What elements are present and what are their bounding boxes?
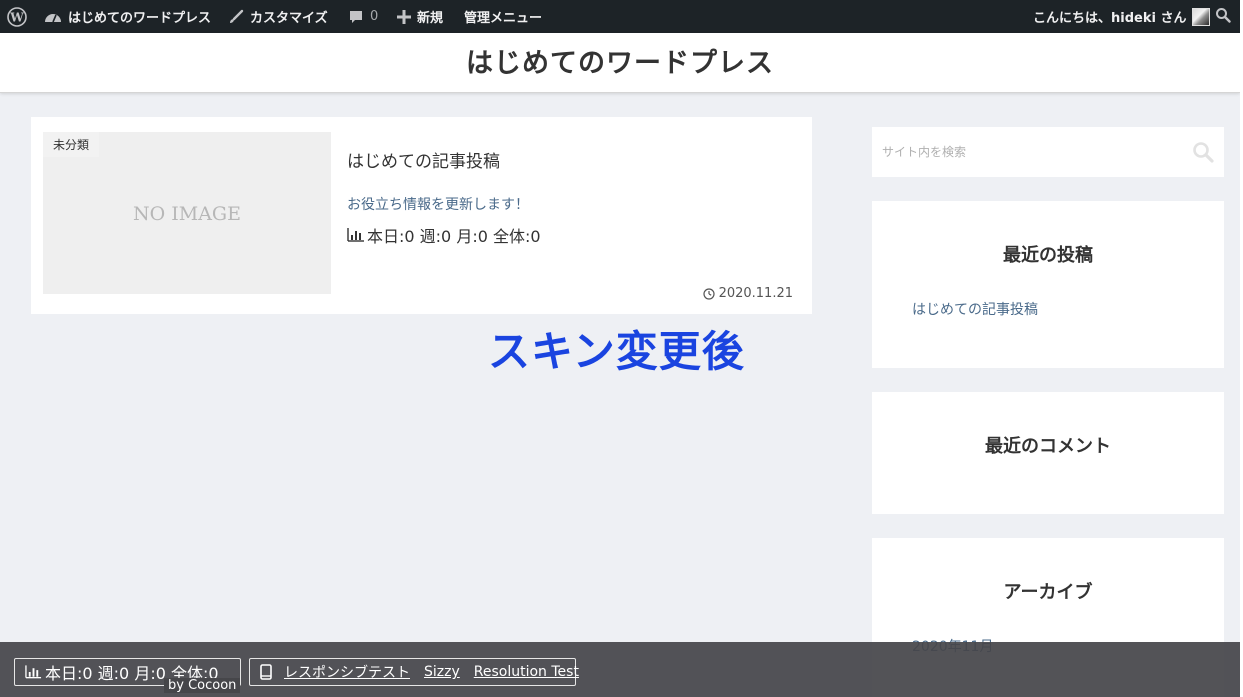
admin-menu[interactable]: 管理メニュー	[464, 0, 542, 33]
clock-icon	[702, 287, 715, 300]
responsive-test-link[interactable]: レスポンシブテスト	[284, 662, 410, 682]
recent-comments-title: 最近のコメント	[985, 436, 1111, 457]
wordpress-logo-icon: W	[7, 6, 27, 27]
brush-icon	[228, 9, 244, 25]
recent-comments-widget: 最近のコメント	[872, 392, 1224, 514]
site-header: はじめてのワードプレス	[0, 33, 1240, 93]
search-button[interactable]	[1192, 141, 1214, 163]
avatar	[1192, 7, 1211, 26]
search-icon	[1215, 7, 1231, 27]
account-menu[interactable]: こんにちは、hideki さん	[1033, 0, 1211, 33]
comment-bubble-icon	[348, 9, 364, 25]
site-name-label: はじめてのワードプレス	[68, 11, 212, 26]
comments-menu[interactable]: 0	[348, 0, 378, 33]
post-card[interactable]: NO IMAGE 未分類 はじめての記事投稿 お役立ち情報を更新します！ 本日:…	[31, 117, 812, 314]
post-title[interactable]: はじめての記事投稿	[347, 147, 500, 172]
sidebar-search	[872, 127, 1224, 177]
archives-title: アーカイブ	[1003, 582, 1093, 603]
no-image-placeholder: NO IMAGE	[133, 203, 241, 225]
resolution-test-link[interactable]: Resolution Test	[474, 664, 579, 680]
svg-text:W: W	[9, 10, 24, 24]
comments-count: 0	[370, 9, 379, 24]
admin-bar: W はじめてのワードプレス カスタマイズ 0 新規 管理メニュー こんにちは、h…	[0, 0, 1243, 33]
search-input[interactable]	[872, 127, 1182, 177]
recent-posts-widget: 最近の投稿 はじめての記事投稿	[872, 201, 1224, 368]
recent-post-link[interactable]: はじめての記事投稿	[912, 299, 1038, 319]
sizzy-link[interactable]: Sizzy	[424, 664, 460, 680]
greeting-label: こんにちは、hideki さん	[1033, 11, 1187, 26]
footer-links-box: レスポンシブテスト Sizzy Resolution Test	[249, 658, 579, 686]
bar-chart-icon	[347, 228, 365, 242]
cocoon-byline: by Cocoon	[164, 678, 241, 693]
recent-posts-title: 最近の投稿	[1003, 245, 1093, 266]
tablet-icon	[260, 664, 272, 680]
skin-change-annotation: スキン変更後	[488, 327, 745, 376]
dashboard-icon	[44, 9, 62, 25]
category-label: 未分類	[43, 132, 100, 157]
plus-icon	[397, 9, 411, 24]
post-stats-text: 本日:0 週:0 月:0 全体:0	[367, 227, 541, 246]
footer-toolbar: 本日:0 週:0 月:0 全体:0 by Cocoon レスポンシブテスト Si…	[0, 642, 1240, 697]
post-date: 2020.11.21	[702, 286, 793, 301]
customize-label: カスタマイズ	[250, 11, 328, 26]
post-thumbnail[interactable]: NO IMAGE 未分類	[43, 132, 331, 294]
site-title[interactable]: はじめてのワードプレス	[0, 41, 1240, 80]
wordpress-logo-button[interactable]: W	[7, 0, 33, 33]
post-stats: 本日:0 週:0 月:0 全体:0	[347, 223, 541, 247]
admin-menu-label: 管理メニュー	[464, 11, 543, 26]
search-icon	[1193, 142, 1214, 163]
new-content-menu[interactable]: 新規	[397, 0, 443, 33]
bar-chart-icon	[25, 665, 42, 679]
admin-search-button[interactable]	[1215, 0, 1231, 33]
post-date-text: 2020.11.21	[718, 286, 793, 301]
post-excerpt: お役立ち情報を更新します！	[347, 197, 529, 213]
site-name-menu[interactable]: はじめてのワードプレス	[44, 0, 211, 33]
customize-menu[interactable]: カスタマイズ	[228, 0, 328, 33]
new-label: 新規	[417, 11, 444, 26]
